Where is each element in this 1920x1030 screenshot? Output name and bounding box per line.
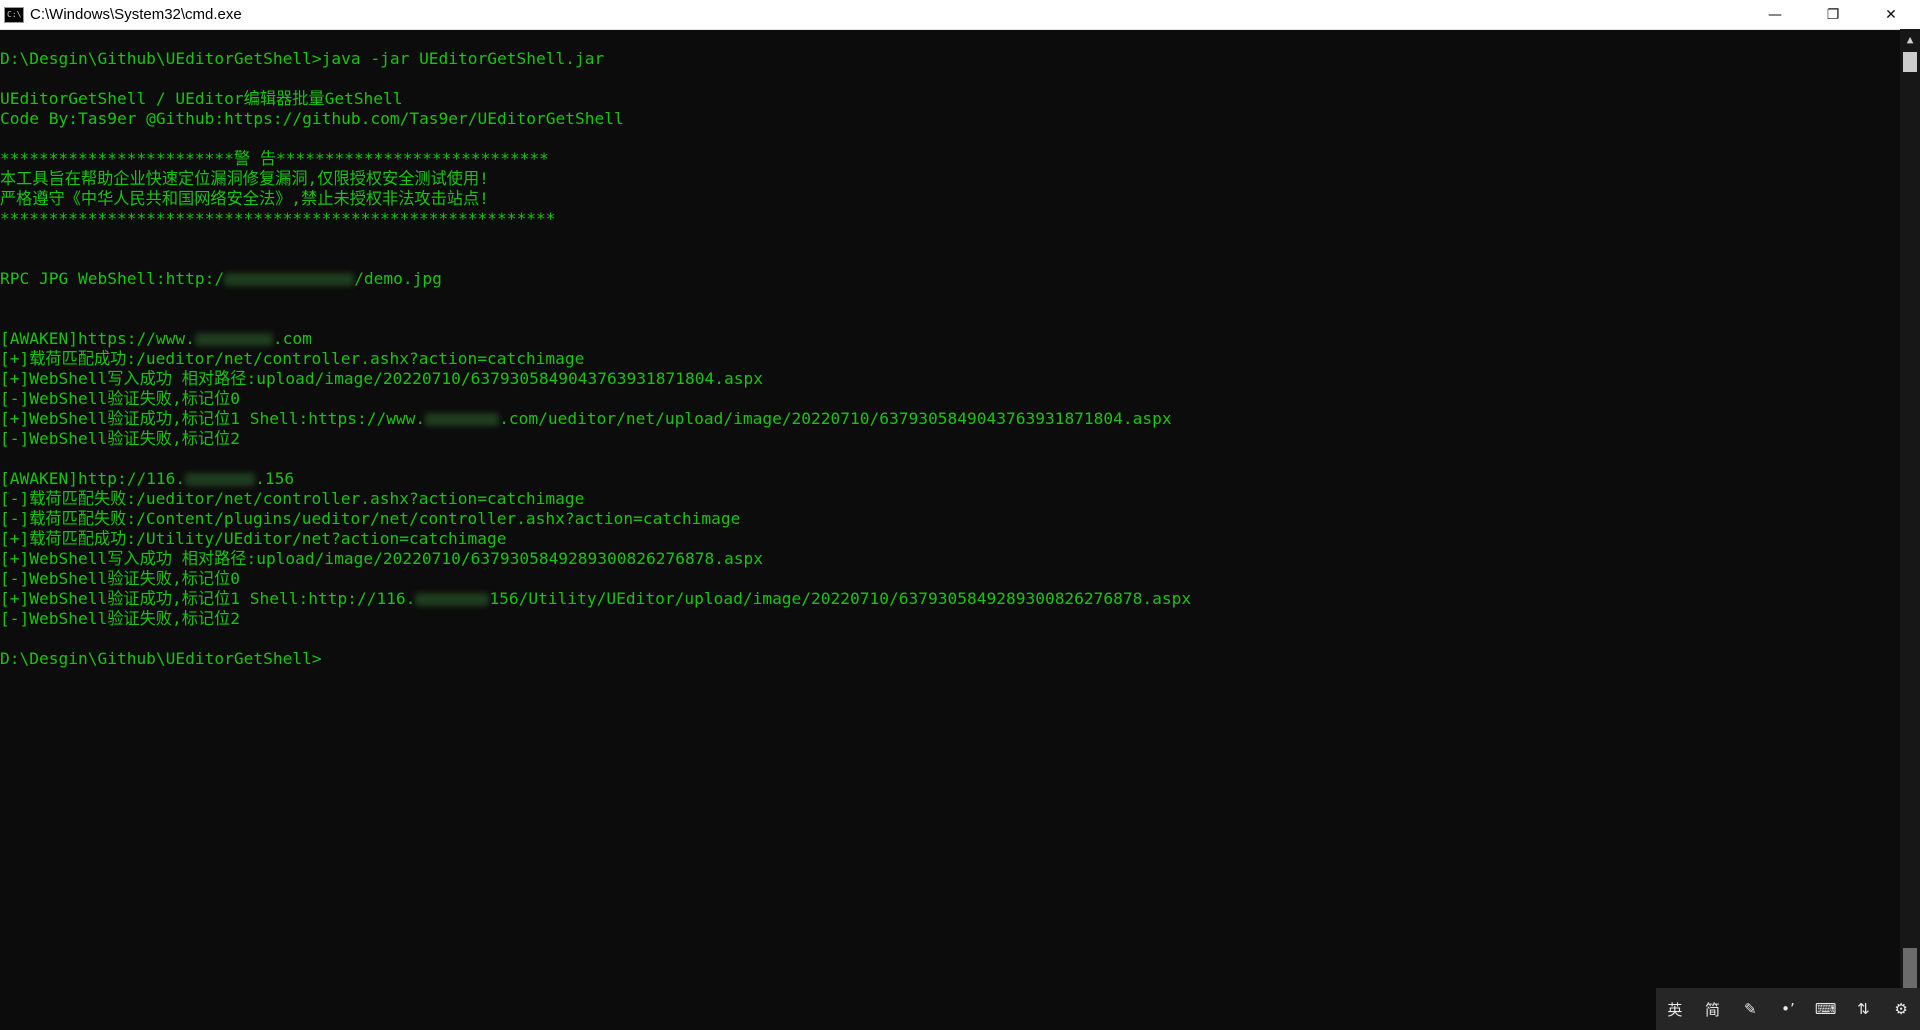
console-line: D:\Desgin\Github\UEditorGetShell> <box>0 649 1900 669</box>
console-line-text: [-]WebShell验证失败,标记位0 <box>0 389 241 408</box>
console-line: 严格遵守《中华人民共和国网络安全法》,禁止未授权非法攻击站点! <box>0 189 1900 209</box>
console-line: [+]载荷匹配成功:/Utility/UEditor/net?action=ca… <box>0 529 1900 549</box>
console-line-suffix: .156 <box>255 469 295 488</box>
console-line-text: D:\Desgin\Github\UEditorGetShell> <box>0 649 322 668</box>
console-line-text: [+]WebShell验证成功,标记位1 Shell:http://116. <box>0 589 416 608</box>
cmd-app-icon: C:\ <box>4 6 24 23</box>
console-line-text: [AWAKEN]https://www. <box>0 329 195 348</box>
console-line: ************************警 告*************… <box>0 149 1900 169</box>
console-line: [+]WebShell验证成功,标记位1 Shell:http://116. 15… <box>0 589 1900 609</box>
console-line-suffix: /demo.jpg <box>354 269 442 288</box>
console-line-text: ****************************************… <box>0 209 556 228</box>
console-line-text: [+]WebShell写入成功 相对路径:upload/image/202207… <box>0 549 763 568</box>
console-line: Code By:Tas9er @Github:https://github.co… <box>0 109 1900 129</box>
window-controls: — ❐ ✕ <box>1746 0 1920 29</box>
console-line-text: [+]WebShell写入成功 相对路径:upload/image/202207… <box>0 369 763 388</box>
console-line: [-]WebShell验证失败,标记位2 <box>0 609 1900 629</box>
console-line-suffix: .com <box>272 329 312 348</box>
console-line-text: D:\Desgin\Github\UEditorGetShell>java -j… <box>0 49 605 68</box>
redacted-text <box>185 473 256 486</box>
console-line: [+]WebShell验证成功,标记位1 Shell:https://www..… <box>0 409 1900 429</box>
redacted-text <box>224 273 355 286</box>
restore-button[interactable]: ❐ <box>1804 0 1862 29</box>
minimize-button[interactable]: — <box>1746 0 1804 29</box>
console-line-text: [+]WebShell验证成功,标记位1 Shell:https://www. <box>0 409 426 428</box>
console-line-text: [-]WebShell验证失败,标记位0 <box>0 569 241 588</box>
console-line-text: [-]WebShell验证失败,标记位2 <box>0 609 241 628</box>
console-line: [-]载荷匹配失败:/Content/plugins/ueditor/net/c… <box>0 509 1900 529</box>
redacted-text <box>425 413 500 426</box>
restore-icon: ❐ <box>1826 6 1840 23</box>
switch-icon[interactable]: ⇅ <box>1847 1000 1880 1018</box>
console-line-text: UEditorGetShell / UEditor编辑器批量GetShell <box>0 89 403 108</box>
close-icon: ✕ <box>1885 6 1897 23</box>
minimize-icon: — <box>1768 6 1782 23</box>
pen-icon[interactable]: ✎ <box>1734 1000 1767 1018</box>
console-line-text: [+]载荷匹配成功:/Utility/UEditor/net?action=ca… <box>0 529 507 548</box>
console-line-text: [-]载荷匹配失败:/Content/plugins/ueditor/net/c… <box>0 509 741 528</box>
console-line: UEditorGetShell / UEditor编辑器批量GetShell <box>0 89 1900 109</box>
redacted-text <box>415 593 490 606</box>
console-line-text: 严格遵守《中华人民共和国网络安全法》,禁止未授权非法攻击站点! <box>0 189 489 208</box>
window-title: C:\Windows\System32\cmd.exe <box>30 6 242 23</box>
close-button[interactable]: ✕ <box>1862 0 1920 29</box>
console-line-text: [AWAKEN]http://116. <box>0 469 186 488</box>
ime-toolbar: 英简 ✎ •’ ⌨ ⇅ ⚙ <box>1656 988 1920 1030</box>
simplified-chinese-icon[interactable]: 简 <box>1696 999 1729 1020</box>
console-line-text: [+]载荷匹配成功:/ueditor/net/controller.ashx?a… <box>0 349 585 368</box>
vertical-scrollbar[interactable] <box>1900 29 1920 1030</box>
console-line: ****************************************… <box>0 209 1900 229</box>
console-line: [+]WebShell写入成功 相对路径:upload/image/202207… <box>0 549 1900 569</box>
cmd-window: C:\ C:\Windows\System32\cmd.exe — ❐ ✕ D:… <box>0 0 1920 1030</box>
scroll-thumb[interactable] <box>1903 52 1917 72</box>
console-line-text: ************************警 告*************… <box>0 149 549 168</box>
console-line: D:\Desgin\Github\UEditorGetShell>java -j… <box>0 49 1900 69</box>
console-line-text: [-]WebShell验证失败,标记位2 <box>0 429 241 448</box>
console-line: [-]WebShell验证失败,标记位0 <box>0 389 1900 409</box>
console-output[interactable]: D:\Desgin\Github\UEditorGetShell>java -j… <box>0 29 1900 1030</box>
console-line: [AWAKEN]http://116. .156 <box>0 469 1900 489</box>
console-line-text: 本工具旨在帮助企业快速定位漏洞修复漏洞,仅限授权安全测试使用! <box>0 169 489 188</box>
console-line-text: Code By:Tas9er @Github:https://github.co… <box>0 109 624 128</box>
console-line-text: RPC JPG WebShell:http:/ <box>0 269 225 288</box>
keyboard-icon[interactable]: ⌨ <box>1809 1000 1842 1018</box>
console-line: [-]WebShell验证失败,标记位2 <box>0 429 1900 449</box>
console-line: [AWAKEN]https://www. .com <box>0 329 1900 349</box>
console-line: RPC JPG WebShell:http:/ /demo.jpg <box>0 269 1900 289</box>
console-line: [-]载荷匹配失败:/ueditor/net/controller.ashx?a… <box>0 489 1900 509</box>
language-en-icon[interactable]: 英 <box>1658 999 1691 1020</box>
scroll-up-arrow-icon[interactable]: ▲ <box>1900 32 1920 48</box>
console-line-text: [-]载荷匹配失败:/ueditor/net/controller.ashx?a… <box>0 489 585 508</box>
console-line: 本工具旨在帮助企业快速定位漏洞修复漏洞,仅限授权安全测试使用! <box>0 169 1900 189</box>
console-line: [+]载荷匹配成功:/ueditor/net/controller.ashx?a… <box>0 349 1900 369</box>
console-line-suffix: .com/ueditor/net/upload/image/20220710/6… <box>499 409 1172 428</box>
gear-icon[interactable]: ⚙ <box>1885 1000 1918 1018</box>
redacted-text <box>194 333 273 346</box>
console-line-suffix: 156/Utility/UEditor/upload/image/2022071… <box>489 589 1192 608</box>
title-bar[interactable]: C:\ C:\Windows\System32\cmd.exe — ❐ ✕ <box>0 0 1920 30</box>
console-line: [-]WebShell验证失败,标记位0 <box>0 569 1900 589</box>
console-line: [+]WebShell写入成功 相对路径:upload/image/202207… <box>0 369 1900 389</box>
punctuation-icon[interactable]: •’ <box>1771 1000 1804 1018</box>
